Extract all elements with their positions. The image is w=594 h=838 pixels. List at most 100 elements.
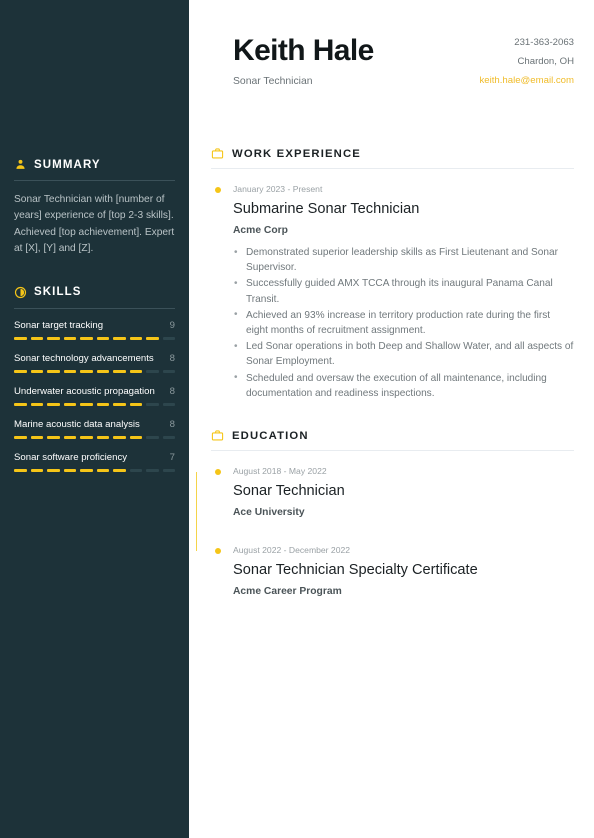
skill-bar-segment: [162, 435, 175, 439]
skill-score: 8: [169, 352, 175, 364]
skill-bar-segment: [47, 369, 60, 373]
entry-organization: Acme Corp: [233, 225, 288, 236]
skill-name: Sonar target tracking: [14, 319, 104, 331]
skill-bar-segment: [14, 369, 27, 373]
briefcase-icon: [211, 429, 224, 442]
skill-bar-segment: [146, 435, 159, 439]
skill-bar-segment: [162, 402, 175, 406]
education-divider: [211, 450, 574, 452]
skill-bar-segment: [129, 336, 142, 340]
skill-score: 9: [169, 319, 175, 331]
summary-section: SUMMARY Sonar Technician with [number of…: [14, 158, 175, 258]
skill-bar-segment: [47, 468, 60, 472]
user-icon: [14, 158, 27, 171]
skill-item: Marine acoustic data analysis 8: [14, 419, 175, 439]
skill-item: Sonar software proficiency 7: [14, 452, 175, 472]
work-experience-section: WORK EXPERIENCE January 2023 - Present Su…: [211, 147, 574, 401]
bullet-item: Led Sonar operations in both Deep and Sh…: [233, 339, 574, 369]
skill-bar-segment: [80, 435, 93, 439]
bullet-item: Successfully guided AMX TCCA through its…: [233, 276, 574, 306]
skill-bar: [14, 435, 175, 439]
entry-title: Sonar Technician: [233, 483, 345, 500]
skill-bar: [14, 468, 175, 472]
skill-name: Marine acoustic data analysis: [14, 418, 140, 430]
skill-bar-segment: [80, 369, 93, 373]
skill-score: 8: [169, 385, 175, 397]
skill-bar-segment: [113, 402, 126, 406]
skill-item: Underwater acoustic propagation 8: [14, 386, 175, 406]
sidebar: SUMMARY Sonar Technician with [number of…: [0, 0, 189, 838]
skill-row: Sonar software proficiency 7: [14, 452, 175, 463]
skill-name: Sonar technology advancements: [14, 352, 154, 364]
work-entries: January 2023 - Present Submarine Sonar Te…: [211, 183, 574, 401]
contact-phone: 231-363-2063: [514, 37, 574, 48]
summary-title: SUMMARY: [34, 158, 101, 171]
skill-bar-segment: [96, 435, 109, 439]
education-header: EDUCATION: [211, 429, 574, 442]
contact-email[interactable]: keith.hale@email.com: [479, 71, 574, 90]
skill-bar-segment: [30, 336, 43, 340]
timeline-line: [195, 472, 197, 552]
skill-bar-segment: [30, 369, 43, 373]
skill-bar-segment: [162, 468, 175, 472]
skill-name: Sonar software proficiency: [14, 451, 128, 463]
skill-row: Underwater acoustic propagation 8: [14, 386, 175, 397]
skill-bar-segment: [30, 402, 43, 406]
skill-item: Sonar target tracking 9: [14, 320, 175, 340]
skill-bar-segment: [80, 468, 93, 472]
skill-bar-segment: [63, 435, 76, 439]
chart-circle-icon: [14, 286, 27, 299]
skill-bar-segment: [96, 336, 109, 340]
skill-bar-segment: [113, 369, 126, 373]
skill-bar-segment: [113, 468, 126, 472]
skill-bar-segment: [30, 468, 43, 472]
skill-item: Sonar technology advancements 8: [14, 353, 175, 373]
skills-divider: [14, 307, 175, 309]
skill-bar: [14, 402, 175, 406]
entry-bullets: Demonstrated superior leadership skills …: [233, 244, 574, 401]
skill-row: Sonar target tracking 9: [14, 320, 175, 331]
skills-header: SKILLS: [14, 286, 175, 299]
entry-organization: Acme Career Program: [233, 586, 342, 598]
skill-bar-segment: [146, 402, 159, 406]
skill-bar-segment: [96, 402, 109, 406]
timeline-entry: January 2023 - Present Submarine Sonar Te…: [215, 183, 574, 401]
skill-row: Sonar technology advancements 8: [14, 353, 175, 364]
skill-name: Underwater acoustic propagation: [14, 385, 155, 397]
work-experience-title: WORK EXPERIENCE: [232, 147, 361, 160]
skill-bar-segment: [63, 468, 76, 472]
skills-title: SKILLS: [34, 286, 82, 299]
skills-list: Sonar target tracking 9 Sonar technology a…: [14, 320, 175, 472]
summary-text: Sonar Technician with [number of years] …: [14, 194, 175, 255]
skill-bar-segment: [14, 336, 27, 340]
entry-organization: Ace University: [233, 507, 305, 519]
contact-location: Chardon, OH: [517, 56, 574, 67]
skill-bar-segment: [129, 468, 142, 472]
entry-date: August 2022 - December 2022: [233, 545, 351, 556]
skill-bar-segment: [113, 435, 126, 439]
skill-score: 7: [169, 451, 175, 463]
bullet-item: Achieved an 93% increase in territory pr…: [233, 307, 574, 338]
work-experience-header: WORK EXPERIENCE: [211, 147, 574, 160]
timeline-dot: [215, 187, 221, 193]
skill-bar-segment: [146, 336, 159, 340]
skill-bar-segment: [80, 336, 93, 340]
entry-title: Sonar Technician Specialty Certificate: [233, 562, 478, 579]
main-content: Keith Hale Sonar Technician 231-363-2063…: [189, 0, 594, 838]
education-title: EDUCATION: [232, 429, 309, 442]
summary-divider: [14, 180, 175, 181]
summary-header: SUMMARY: [14, 158, 175, 171]
skill-bar-segment: [146, 468, 159, 472]
contact-block: 231-363-2063 Chardon, OH keith.hale@emai…: [479, 33, 574, 90]
skill-bar-segment: [80, 402, 93, 406]
bullet-item: Demonstrated superior leadership skills …: [233, 244, 574, 275]
work-experience-divider: [211, 168, 574, 169]
skill-bar-segment: [129, 402, 142, 406]
skill-bar-segment: [96, 369, 109, 373]
education-section: EDUCATION August 2018 - May 2022 Sonar Te…: [195, 429, 574, 598]
skill-bar: [14, 336, 175, 340]
skill-bar-segment: [14, 402, 27, 406]
skill-bar-segment: [47, 336, 60, 340]
skill-bar-segment: [146, 369, 159, 373]
skill-bar-segment: [30, 435, 43, 439]
